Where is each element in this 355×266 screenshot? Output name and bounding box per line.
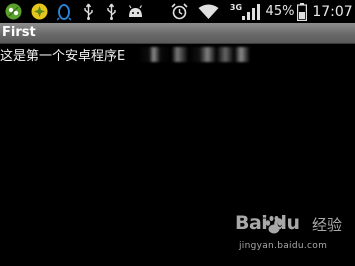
action-bar-title: First: [2, 25, 36, 40]
qq-penguin-icon: [56, 0, 72, 23]
paw-icon: [265, 215, 283, 234]
watermark-url: jingyan.baidu.com: [239, 241, 328, 251]
action-bar: First: [0, 23, 355, 44]
status-bar: 3G 45% 17:07: [0, 0, 355, 23]
battery-icon: [296, 0, 308, 23]
android-icon: [126, 0, 144, 23]
wifi-icon: [197, 0, 219, 23]
battery-percent: 45%: [265, 4, 295, 19]
clock-time: 17:07: [312, 3, 353, 20]
content-text: 这是第一个安卓程序E: [0, 49, 126, 64]
app-green-icon: [4, 0, 22, 23]
watermark-suffix: 经验: [312, 216, 343, 234]
signal-icon: [241, 0, 261, 23]
app-yellow-icon: [30, 0, 48, 23]
usb-icon: [104, 0, 118, 23]
alarm-clock-icon: [170, 0, 188, 23]
usb-icon: [81, 0, 95, 23]
blurred-text-region: [138, 47, 250, 62]
baidu-jingyan-watermark: Bai du 经验 jingyan.baidu.com: [235, 210, 347, 260]
